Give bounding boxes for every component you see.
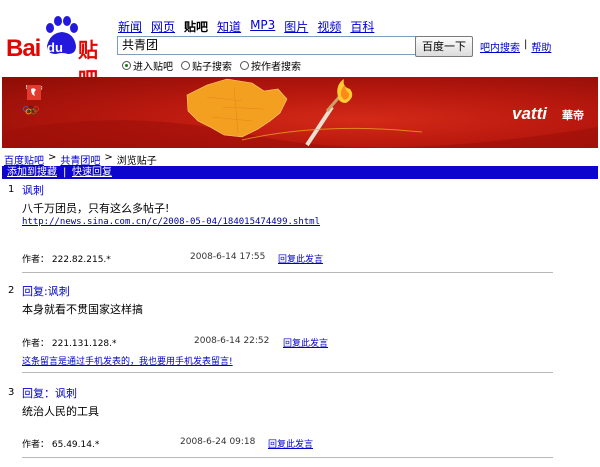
post-author: 作者： 222.82.215.*	[22, 252, 111, 265]
post-time: 2008-6-14 17:55	[190, 252, 266, 262]
tab-mp3[interactable]: MP3	[250, 18, 275, 35]
search-category-tabs: 新闻 网页 贴吧 知道 MP3 图片 视频 百科	[118, 18, 374, 35]
vatti-ad-banner[interactable]: Beijing 2008 vatti 華帝	[2, 77, 598, 148]
action-bar: 添加到搜藏 | 快速回复	[2, 166, 598, 179]
radio-dot[interactable]	[181, 61, 190, 70]
post-time: 2008-6-14 22:52	[194, 336, 270, 346]
mobile-post-link[interactable]: 这条留言是通过手机发表的，我也要用手机发表留言!	[22, 354, 233, 367]
tab-news[interactable]: 新闻	[118, 18, 142, 35]
radio-post-search[interactable]: 贴子搜索	[181, 58, 232, 73]
breadcrumb-gqt-bar[interactable]: 共青团吧	[60, 152, 100, 167]
post-divider	[22, 272, 553, 273]
search-input[interactable]: 共青团	[117, 36, 416, 55]
action-separator: |	[63, 167, 67, 178]
reply-link[interactable]: 回复此发言	[278, 252, 323, 265]
help-link[interactable]: 帮助	[531, 39, 551, 54]
post-number: 1	[8, 184, 15, 195]
post-author: 作者： 221.131.128.*	[22, 336, 117, 349]
radio-dot[interactable]	[122, 61, 131, 70]
author-label: 作者：	[22, 339, 50, 349]
post-body: 本身就看不贯国家这样搞	[22, 303, 143, 316]
reply-link[interactable]: 回复此发言	[268, 437, 313, 450]
olympic-emblem: Beijing 2008	[20, 85, 48, 115]
logo-du-text: du	[47, 40, 63, 55]
torch-shape	[305, 105, 334, 147]
vatti-brand-cn: 華帝	[562, 109, 584, 122]
radio-label: 贴子搜索	[192, 62, 232, 73]
tab-web[interactable]: 网页	[151, 18, 175, 35]
author-ip: 221.131.128.*	[51, 339, 117, 349]
reply-link[interactable]: 回复此发言	[283, 336, 328, 349]
tab-images[interactable]: 图片	[284, 18, 308, 35]
inbar-search-link[interactable]: 吧内搜索	[480, 39, 520, 54]
olympic-logo-icon	[23, 85, 41, 115]
add-favorite-link[interactable]: 添加到搜藏	[7, 166, 57, 179]
post-body: 八千万团员，只有这么多帖子!	[22, 202, 170, 215]
breadcrumb-current: 浏览贴子	[116, 156, 157, 167]
search-button[interactable]: 百度一下	[415, 36, 473, 57]
post-number: 2	[8, 285, 15, 296]
post-divider	[22, 372, 553, 373]
tab-zhidao[interactable]: 知道	[217, 18, 241, 35]
header-links: 吧内搜索 | 帮助	[480, 39, 551, 54]
post-time: 2008-6-24 09:18	[180, 437, 256, 447]
baidu-logo[interactable]: Bai du 贴吧	[6, 16, 112, 91]
breadcrumb-tieba[interactable]: 百度贴吧	[4, 152, 44, 167]
tab-tieba[interactable]: 贴吧	[184, 18, 208, 35]
post-body: 统治人民的工具	[22, 405, 99, 418]
radio-label: 按作者搜索	[251, 62, 301, 73]
author-label: 作者：	[22, 440, 50, 450]
search-mode-radios: 进入贴吧 贴子搜索 按作者搜索	[122, 58, 301, 73]
post-author: 作者： 65.49.14.*	[22, 437, 99, 450]
post-title[interactable]: 回复：讽刺	[22, 385, 77, 401]
author-ip: 65.49.14.*	[51, 440, 100, 450]
breadcrumb: 百度贴吧 > 共青团吧 > 浏览贴子	[4, 152, 157, 167]
post-title[interactable]: 回复:讽刺	[22, 283, 70, 299]
post-title[interactable]: 讽刺	[22, 182, 44, 198]
post-divider	[22, 457, 553, 458]
radio-enter-bar[interactable]: 进入贴吧	[122, 58, 173, 73]
logo-bai-text: Bai	[6, 35, 41, 62]
radio-author-search[interactable]: 按作者搜索	[240, 58, 301, 73]
author-ip: 222.82.215.*	[51, 255, 111, 265]
radio-dot[interactable]	[240, 61, 249, 70]
post-number: 3	[8, 387, 15, 398]
tab-baike[interactable]: 百科	[350, 18, 374, 35]
radio-label: 进入贴吧	[133, 62, 173, 73]
vatti-brand: vatti	[512, 104, 547, 123]
tab-video[interactable]: 视频	[317, 18, 341, 35]
author-label: 作者：	[22, 255, 50, 265]
link-separator: |	[524, 39, 528, 50]
breadcrumb-sep: >	[104, 152, 113, 163]
breadcrumb-sep: >	[48, 152, 57, 163]
post-url-link[interactable]: http://news.sina.com.cn/c/2008-05-04/184…	[22, 217, 320, 227]
banner-artwork	[2, 78, 598, 148]
quick-reply-link[interactable]: 快速回复	[72, 166, 112, 179]
